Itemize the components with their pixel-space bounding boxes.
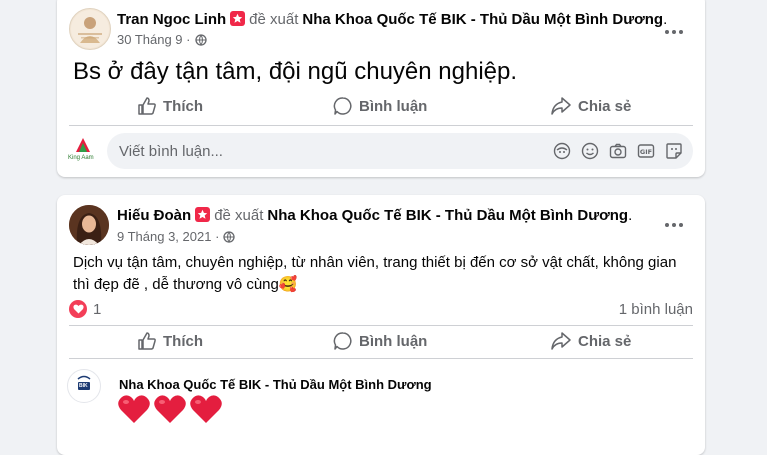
- author-name[interactable]: Tran Ngoc Linh: [117, 11, 226, 28]
- post-header: Hiếu Đoàn đề xuất Nha Khoa Quốc Tế BIK - T…: [117, 207, 632, 224]
- divider: [69, 358, 693, 359]
- commenter-avatar[interactable]: King Aam: [67, 135, 99, 167]
- action-bar: Thích Bình luận Chia sẻ: [73, 91, 689, 121]
- more-options-icon[interactable]: [659, 22, 689, 42]
- like-icon: [137, 331, 157, 351]
- heart-emoji-icon: [117, 393, 151, 430]
- recommend-badge-icon: [230, 11, 246, 26]
- share-icon: [550, 96, 572, 116]
- comment-button[interactable]: Bình luận: [333, 91, 427, 121]
- comment-icon: [333, 96, 353, 116]
- share-label: Chia sẻ: [578, 97, 632, 115]
- comment-label: Bình luận: [359, 332, 428, 350]
- like-label: Thích: [163, 332, 203, 350]
- post-card: Hiếu Đoàn đề xuất Nha Khoa Quốc Tế BIK - T…: [57, 195, 705, 455]
- comment-button[interactable]: Bình luận: [333, 326, 427, 356]
- svg-text:GIF: GIF: [640, 148, 652, 156]
- share-button[interactable]: Chia sẻ: [550, 91, 631, 121]
- globe-icon: [223, 231, 236, 246]
- like-button[interactable]: Thích: [137, 91, 203, 121]
- post-text: Dịch vụ tận tâm, chuyên nghiệp, từ nhân …: [73, 254, 677, 293]
- comment-input[interactable]: Viết bình luận... GIF: [107, 133, 693, 169]
- comment-composer: King Aam Viết bình luận... GIF: [67, 133, 693, 169]
- post-date[interactable]: 30 Tháng 9: [117, 32, 183, 47]
- commenter-avatar-text: King Aam: [68, 155, 94, 161]
- meta-separator: ·: [215, 229, 220, 244]
- globe-icon: [194, 34, 207, 49]
- recommend-badge-icon: [195, 207, 211, 222]
- sticker-icon[interactable]: [665, 142, 683, 160]
- page-name[interactable]: Nha Khoa Quốc Tế BIK - Thủ Dầu Một Bình …: [302, 11, 663, 28]
- reaction-summary[interactable]: 1: [69, 300, 101, 318]
- recommend-verb: đề xuất: [249, 11, 299, 28]
- recommend-verb: đề xuất: [214, 207, 264, 224]
- love-reaction-icon: [69, 300, 87, 318]
- post-text: Bs ở đây tận tâm, đội ngũ chuyên nghiệp.: [73, 58, 518, 85]
- reaction-count: 1: [93, 300, 102, 318]
- divider: [69, 125, 693, 126]
- author-avatar[interactable]: [69, 8, 111, 50]
- avatar-sticker-icon[interactable]: [553, 142, 571, 160]
- comment-icon: [333, 331, 353, 351]
- post-date[interactable]: 9 Tháng 3, 2021: [117, 229, 211, 244]
- post-header: Tran Ngoc Linh đề xuất Nha Khoa Quốc Tế BI…: [117, 11, 667, 28]
- heart-emoji-icon: [153, 393, 187, 430]
- reply-avatar[interactable]: BIK: [67, 369, 101, 403]
- like-icon: [137, 96, 157, 116]
- author-name[interactable]: Hiếu Đoàn: [117, 207, 191, 224]
- share-icon: [550, 331, 572, 351]
- action-bar: Thích Bình luận Chia sẻ: [73, 326, 689, 356]
- heart-emoji-icon: [189, 393, 223, 430]
- emoji-icon[interactable]: [581, 142, 599, 160]
- like-button[interactable]: Thích: [137, 326, 203, 356]
- author-avatar[interactable]: [69, 205, 109, 245]
- comment-placeholder: Viết bình luận...: [119, 143, 223, 160]
- reply-content: [117, 393, 223, 430]
- comment-tools: GIF: [553, 142, 683, 160]
- meta-separator: ·: [186, 32, 191, 47]
- share-label: Chia sẻ: [578, 332, 632, 350]
- post-meta: 30 Tháng 9 ·: [117, 32, 207, 49]
- comment-label: Bình luận: [359, 97, 428, 115]
- post-meta: 9 Tháng 3, 2021 ·: [117, 229, 236, 246]
- share-button[interactable]: Chia sẻ: [550, 326, 631, 356]
- gif-icon[interactable]: GIF: [637, 142, 655, 160]
- reply-author[interactable]: Nha Khoa Quốc Tế BIK - Thủ Dầu Một Bình …: [119, 377, 432, 392]
- comment-count[interactable]: 1 bình luận: [619, 301, 693, 318]
- period: .: [628, 207, 633, 224]
- more-options-icon[interactable]: [659, 215, 689, 235]
- post-card: Tran Ngoc Linh đề xuất Nha Khoa Quốc Tế BI…: [57, 0, 705, 177]
- camera-icon[interactable]: [609, 142, 627, 160]
- like-label: Thích: [163, 97, 203, 115]
- page-name[interactable]: Nha Khoa Quốc Tế BIK - Thủ Dầu Một Bình …: [267, 207, 628, 224]
- reply-avatar-text: BIK: [79, 383, 88, 389]
